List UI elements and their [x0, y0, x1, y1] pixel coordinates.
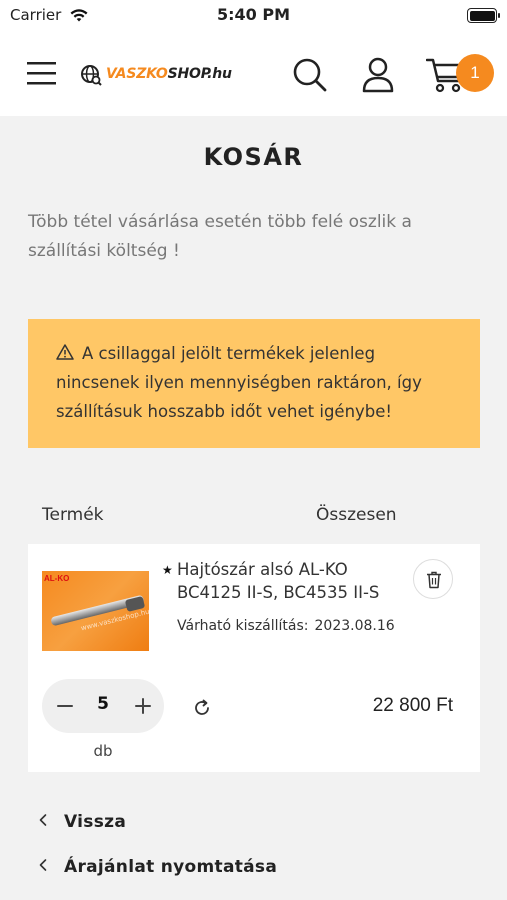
clock: 5:40 PM	[216, 5, 290, 24]
chevron-left-icon	[39, 814, 47, 826]
search-icon[interactable]	[292, 56, 328, 94]
logo-wordmark: VASZKOSHOP.hu	[106, 66, 232, 82]
product-image-brand: AL-KO	[44, 574, 70, 583]
battery-icon	[467, 8, 500, 23]
quantity-stepper: 5	[42, 679, 164, 733]
chevron-left-icon	[39, 859, 47, 871]
minus-icon[interactable]	[52, 693, 78, 719]
product-name[interactable]: Hajtószár alsó AL-KO BC4125 II-S, BC4535…	[177, 558, 407, 604]
out-of-stock-star: ★	[162, 563, 173, 577]
delivery-date: 2023.08.16	[314, 618, 395, 634]
site-logo[interactable]: VASZKOSHOP.hu	[80, 62, 260, 88]
remove-item-button[interactable]	[413, 559, 453, 599]
cart-item: AL-KO www.vaszkoshop.hu ★ Hajtószár alsó…	[28, 544, 480, 772]
warning-icon	[56, 344, 74, 360]
back-link[interactable]: Vissza	[38, 812, 126, 832]
print-quote-link[interactable]: Árajánlat nyomtatása	[38, 857, 277, 877]
back-link-label: Vissza	[64, 812, 127, 832]
quantity-value[interactable]: 5	[88, 694, 118, 714]
line-total: 22 800 Ft	[372, 695, 453, 716]
stock-warning: A csillaggal jelölt termékek jelenleg ni…	[28, 319, 480, 448]
status-bar: Carrier 5:40 PM	[0, 0, 507, 34]
trash-icon	[427, 571, 441, 589]
expected-delivery: Várható kiszállítás: 2023.08.16	[177, 618, 395, 634]
refresh-icon[interactable]	[191, 697, 213, 719]
column-header-product: Termék	[42, 505, 104, 525]
print-quote-label: Árajánlat nyomtatása	[64, 857, 278, 877]
delivery-label: Várható kiszállítás:	[177, 618, 309, 634]
warning-text-block: A csillaggal jelölt termékek jelenleg ni…	[56, 339, 456, 426]
app-header: VASZKOSHOP.hu 1	[0, 34, 507, 116]
menu-icon[interactable]	[26, 59, 57, 87]
cart-count-badge[interactable]: 1	[456, 54, 494, 92]
page-title: KOSÁR	[203, 143, 304, 171]
column-header-total: Összesen	[316, 505, 397, 525]
shipping-note: Több tétel vásárlása esetén több felé os…	[28, 212, 412, 261]
product-image[interactable]: AL-KO www.vaszkoshop.hu	[42, 571, 149, 651]
warning-message: A csillaggal jelölt termékek jelenleg ni…	[56, 344, 422, 421]
globe-icon	[81, 65, 102, 86]
plus-icon[interactable]	[130, 693, 156, 719]
quantity-unit: db	[93, 742, 113, 760]
user-icon[interactable]	[361, 56, 395, 94]
